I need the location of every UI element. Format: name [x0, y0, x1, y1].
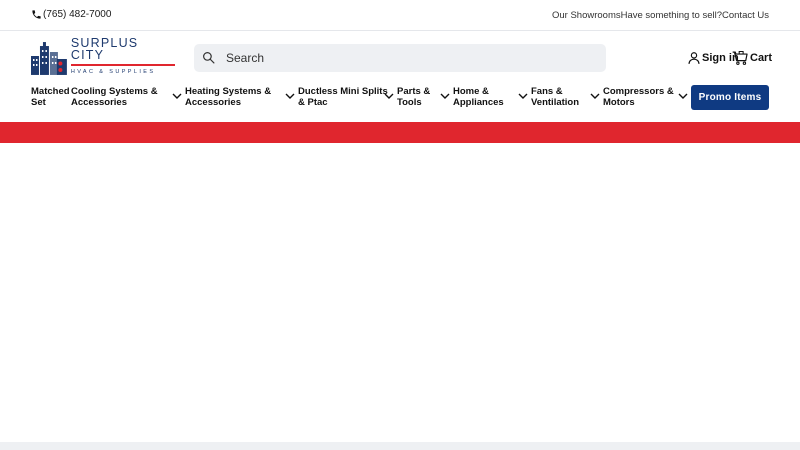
logo-wordmark: SURPLUS CITY HVAC & SUPPLIES [70, 35, 176, 75]
nav-item-compressors-motors[interactable]: Compressors & Motors [603, 86, 674, 108]
search-input[interactable] [226, 51, 586, 65]
nav-item-label: Ductless Mini Splits & Ptac [298, 86, 388, 108]
chevron-down-icon[interactable] [384, 93, 394, 100]
sell-link[interactable]: Have something to sell? [621, 10, 722, 21]
search-bar[interactable] [194, 44, 606, 72]
cart-label: Cart [750, 52, 773, 64]
phone-link[interactable]: (765) 482-7000 [31, 9, 111, 20]
logo-divider [70, 64, 175, 66]
top-utility-bar: (765) 482-7000 Our Showrooms Have someth… [0, 0, 800, 31]
nav-item-label: Parts & Tools [397, 86, 431, 108]
nav-item-label: Matched Set [31, 86, 70, 108]
utility-links: Our Showrooms Have something to sell? Co… [552, 10, 769, 21]
contact-us-link[interactable]: Contact Us [722, 10, 769, 21]
nav-item-label: Fans & Ventilation [531, 86, 580, 108]
phone-number: (765) 482-7000 [43, 9, 112, 20]
nav-item-fans-ventilation[interactable]: Fans & Ventilation [531, 86, 579, 108]
nav-item-label: Heating Systems & Accessories [185, 86, 272, 108]
chevron-down-icon[interactable] [678, 93, 688, 100]
cart-link[interactable]: Cart [732, 50, 772, 66]
nav-item-label: Compressors & Motors [603, 86, 674, 108]
nav-item-label: Cooling Systems & Accessories [71, 86, 158, 108]
site-logo[interactable]: SURPLUS CITY HVAC & SUPPLIES [31, 37, 176, 75]
our-showrooms-link[interactable]: Our Showrooms [552, 10, 621, 21]
nav-item-home-appliances[interactable]: Home & Appliances [453, 86, 504, 108]
sign-in-link[interactable]: Sign in [687, 51, 739, 65]
phone-icon [32, 10, 41, 19]
nav-item-ductless-mini-splits[interactable]: Ductless Mini Splits & Ptac [298, 86, 388, 108]
chevron-down-icon[interactable] [440, 93, 450, 100]
user-icon [688, 52, 700, 64]
nav-item-heating-systems[interactable]: Heating Systems & Accessories [185, 86, 271, 108]
logo-buildings-icon [31, 42, 67, 75]
chevron-down-icon[interactable] [285, 93, 295, 100]
logo-subtitle: HVAC & SUPPLIES [70, 69, 156, 75]
nav-item-parts-tools[interactable]: Parts & Tools [397, 86, 430, 108]
cart-icon [732, 50, 748, 65]
nav-item-label: Home & Appliances [453, 86, 504, 108]
promo-banner [0, 122, 800, 143]
footer-strip [0, 442, 800, 450]
logo-name: SURPLUS CITY [70, 36, 139, 62]
nav-item-matched-set[interactable]: Matched Set [31, 86, 70, 108]
main-nav: Matched Set Cooling Systems & Accessorie… [31, 86, 771, 112]
promo-items-button[interactable]: Promo Items [691, 85, 769, 110]
search-icon [203, 52, 215, 64]
chevron-down-icon[interactable] [518, 93, 528, 100]
chevron-down-icon[interactable] [590, 93, 600, 100]
nav-item-cooling-systems[interactable]: Cooling Systems & Accessories [71, 86, 158, 108]
chevron-down-icon[interactable] [172, 93, 182, 100]
